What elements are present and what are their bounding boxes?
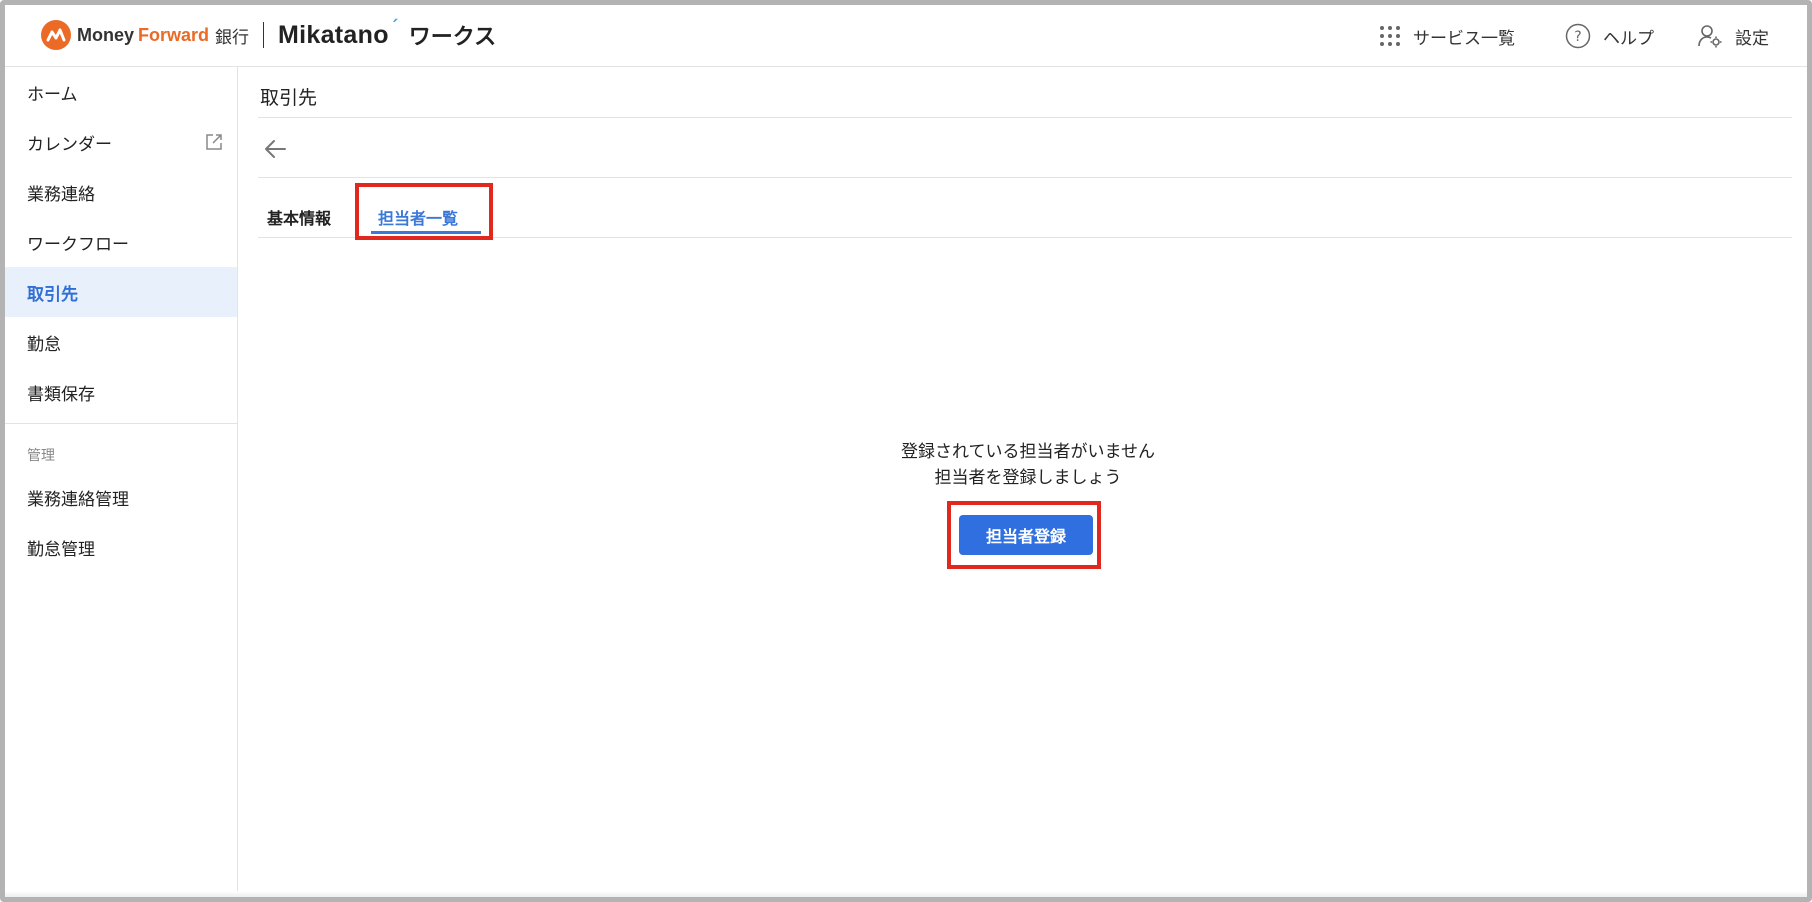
sidebar-item-calendar[interactable]: カレンダー xyxy=(5,117,237,167)
arrow-left-icon xyxy=(265,140,286,158)
divider xyxy=(258,117,1792,118)
app-window: Money Forward 銀行 Mikatano ˊ ワークス サービス一覧 xyxy=(0,0,1812,902)
sidebar-item-label: 業務連絡管理 xyxy=(27,489,129,510)
sidebar-item-label: ワークフロー xyxy=(27,234,129,255)
sidebar-item-business-contact-admin[interactable]: 業務連絡管理 xyxy=(5,472,237,522)
sidebar: ホーム カレンダー 業務連絡 ワークフロー 取引先 勤怠 書類保存 管理 業務連… xyxy=(5,67,238,897)
question-circle-icon: ? xyxy=(1565,23,1591,49)
sidebar-item-label: 勤怠管理 xyxy=(27,539,95,560)
tab-basic-info[interactable]: 基本情報 xyxy=(267,205,331,229)
sidebar-item-label: カレンダー xyxy=(27,134,112,155)
top-header: Money Forward 銀行 Mikatano ˊ ワークス サービス一覧 xyxy=(5,5,1807,67)
settings-menu[interactable]: 設定 xyxy=(1697,5,1769,67)
sidebar-item-label: 取引先 xyxy=(27,284,78,305)
brand-works-text: ワークス xyxy=(408,25,497,50)
sidebar-item-attendance[interactable]: 勤怠 xyxy=(5,317,237,367)
brand-bank-text: 銀行 xyxy=(215,27,250,48)
sidebar-item-label: 勤怠 xyxy=(27,334,61,355)
sidebar-item-label: 業務連絡 xyxy=(27,184,95,205)
money-forward-logo-icon xyxy=(41,20,71,50)
help-label: ヘルプ xyxy=(1603,28,1654,49)
user-gear-icon xyxy=(1697,24,1723,48)
back-button[interactable] xyxy=(263,138,287,164)
services-label: サービス一覧 xyxy=(1413,28,1515,49)
brand-accent-mark: ˊ xyxy=(389,16,399,38)
brand-money-text: Money xyxy=(77,24,135,45)
sidebar-item-label: 書類保存 xyxy=(27,384,95,405)
empty-state-message: 登録されている担当者がいません xyxy=(901,442,1155,462)
brand-logo[interactable]: Money Forward 銀行 Mikatano ˊ ワークス xyxy=(41,16,497,50)
grid-dots-icon xyxy=(1379,25,1401,47)
svg-text:?: ? xyxy=(1574,29,1581,45)
sidebar-item-label: ホーム xyxy=(27,84,78,105)
external-link-icon xyxy=(205,133,223,156)
sidebar-item-business-contact[interactable]: 業務連絡 xyxy=(5,167,237,217)
services-menu[interactable]: サービス一覧 xyxy=(1379,5,1515,67)
brand-mikatano-text: Mikatano xyxy=(278,20,389,49)
sidebar-section-admin: 管理 xyxy=(27,448,55,464)
help-menu[interactable]: ? ヘルプ xyxy=(1565,5,1654,67)
page-title: 取引先 xyxy=(260,87,318,109)
divider xyxy=(258,177,1792,178)
sidebar-item-workflow[interactable]: ワークフロー xyxy=(5,217,237,267)
brand-forward-text: Forward xyxy=(138,24,210,45)
highlight-box-button xyxy=(947,501,1101,569)
sidebar-item-attendance-admin[interactable]: 勤怠管理 xyxy=(5,522,237,572)
sidebar-divider xyxy=(5,423,237,424)
sidebar-item-home[interactable]: ホーム xyxy=(5,67,237,117)
bottom-edge xyxy=(5,891,1807,897)
settings-label: 設定 xyxy=(1735,28,1769,49)
highlight-box-tab xyxy=(355,183,493,240)
sidebar-item-clients[interactable]: 取引先 xyxy=(5,267,237,317)
sidebar-item-documents[interactable]: 書類保存 xyxy=(5,367,237,417)
empty-state-hint: 担当者を登録しましょう xyxy=(934,468,1122,488)
brand-divider xyxy=(263,22,265,48)
